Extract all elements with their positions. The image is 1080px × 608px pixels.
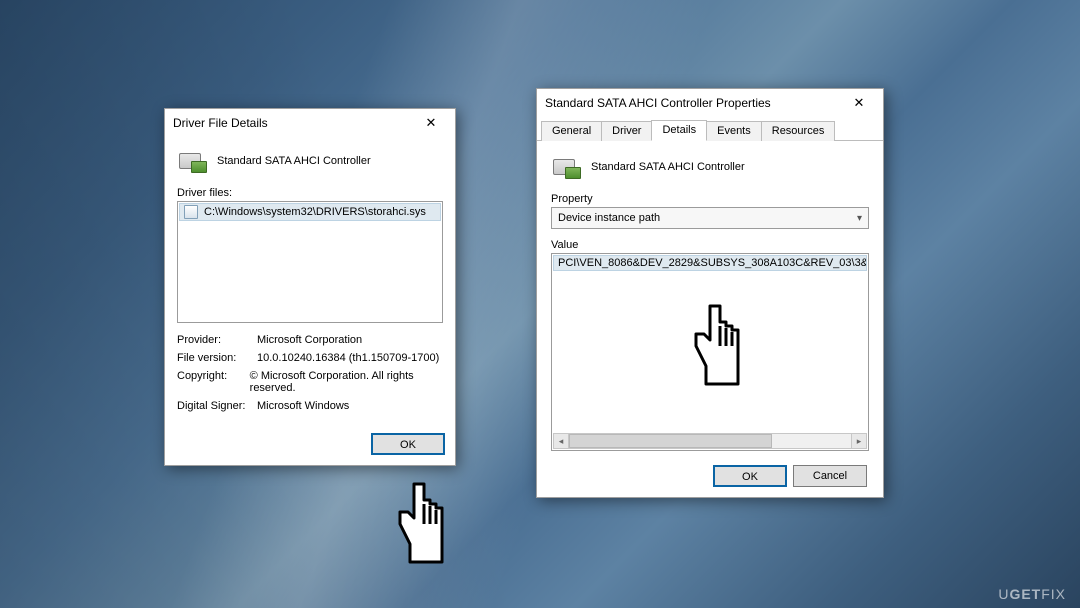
titlebar[interactable]: Driver File Details ✕ — [165, 109, 455, 137]
driver-files-list[interactable]: C:\Windows\system32\DRIVERS\storahci.sys — [177, 201, 443, 323]
file-path: C:\Windows\system32\DRIVERS\storahci.sys — [204, 206, 426, 218]
scroll-thumb[interactable] — [569, 434, 772, 448]
watermark: UGETFIX — [998, 586, 1066, 602]
copyright-value: © Microsoft Corporation. All rights rese… — [250, 370, 443, 394]
ok-button[interactable]: OK — [371, 433, 445, 455]
property-dropdown[interactable]: Device instance path ▾ — [551, 207, 869, 229]
file-icon — [184, 205, 198, 219]
fileversion-value: 10.0.10240.16384 (th1.150709-1700) — [257, 352, 439, 364]
value-label: Value — [551, 239, 869, 251]
tab-events[interactable]: Events — [706, 121, 762, 141]
scroll-track[interactable] — [569, 433, 851, 449]
list-item[interactable]: C:\Windows\system32\DRIVERS\storahci.sys — [179, 203, 441, 221]
close-icon[interactable]: ✕ — [411, 112, 451, 134]
scroll-left-button[interactable]: ◂ — [553, 433, 569, 449]
controller-icon — [179, 149, 207, 173]
ok-button[interactable]: OK — [713, 465, 787, 487]
driver-files-label: Driver files: — [177, 187, 443, 199]
tab-driver[interactable]: Driver — [601, 121, 652, 141]
file-metadata: Provider:Microsoft Corporation File vers… — [177, 331, 443, 415]
window-title: Standard SATA AHCI Controller Properties — [545, 96, 771, 110]
property-label: Property — [551, 193, 869, 205]
tab-general[interactable]: General — [541, 121, 602, 141]
close-icon[interactable]: ✕ — [839, 92, 879, 114]
button-row: OK — [165, 425, 455, 465]
window-content: Standard SATA AHCI Controller Driver fil… — [165, 137, 455, 425]
tab-resources[interactable]: Resources — [761, 121, 836, 141]
cursor-hand-icon — [386, 478, 458, 568]
device-name: Standard SATA AHCI Controller — [591, 161, 745, 173]
driver-file-details-window: Driver File Details ✕ Standard SATA AHCI… — [164, 108, 456, 466]
window-title: Driver File Details — [173, 116, 268, 130]
controller-properties-window: Standard SATA AHCI Controller Properties… — [536, 88, 884, 498]
provider-value: Microsoft Corporation — [257, 334, 362, 346]
desktop-background: Driver File Details ✕ Standard SATA AHCI… — [0, 0, 1080, 608]
value-text: PCI\VEN_8086&DEV_2829&SUBSYS_308A103C&RE… — [558, 257, 867, 269]
device-name: Standard SATA AHCI Controller — [217, 155, 371, 167]
signer-label: Digital Signer: — [177, 400, 257, 412]
provider-label: Provider: — [177, 334, 257, 346]
copyright-label: Copyright: — [177, 370, 250, 394]
controller-icon — [553, 155, 581, 179]
chevron-down-icon: ▾ — [857, 213, 862, 224]
button-row: OK Cancel — [537, 457, 883, 497]
scroll-right-button[interactable]: ▸ — [851, 433, 867, 449]
titlebar[interactable]: Standard SATA AHCI Controller Properties… — [537, 89, 883, 117]
device-header: Standard SATA AHCI Controller — [177, 143, 443, 183]
details-pane: Standard SATA AHCI Controller Property D… — [537, 141, 883, 457]
property-selected: Device instance path — [558, 212, 660, 224]
fileversion-label: File version: — [177, 352, 257, 364]
value-listbox[interactable]: PCI\VEN_8086&DEV_2829&SUBSYS_308A103C&RE… — [551, 253, 869, 451]
horizontal-scrollbar[interactable]: ◂ ▸ — [553, 433, 867, 449]
cancel-button[interactable]: Cancel — [793, 465, 867, 487]
tabstrip: General Driver Details Events Resources — [537, 117, 883, 141]
device-header: Standard SATA AHCI Controller — [551, 149, 869, 189]
list-item[interactable]: PCI\VEN_8086&DEV_2829&SUBSYS_308A103C&RE… — [553, 255, 867, 271]
signer-value: Microsoft Windows — [257, 400, 349, 412]
tab-details[interactable]: Details — [651, 120, 707, 141]
